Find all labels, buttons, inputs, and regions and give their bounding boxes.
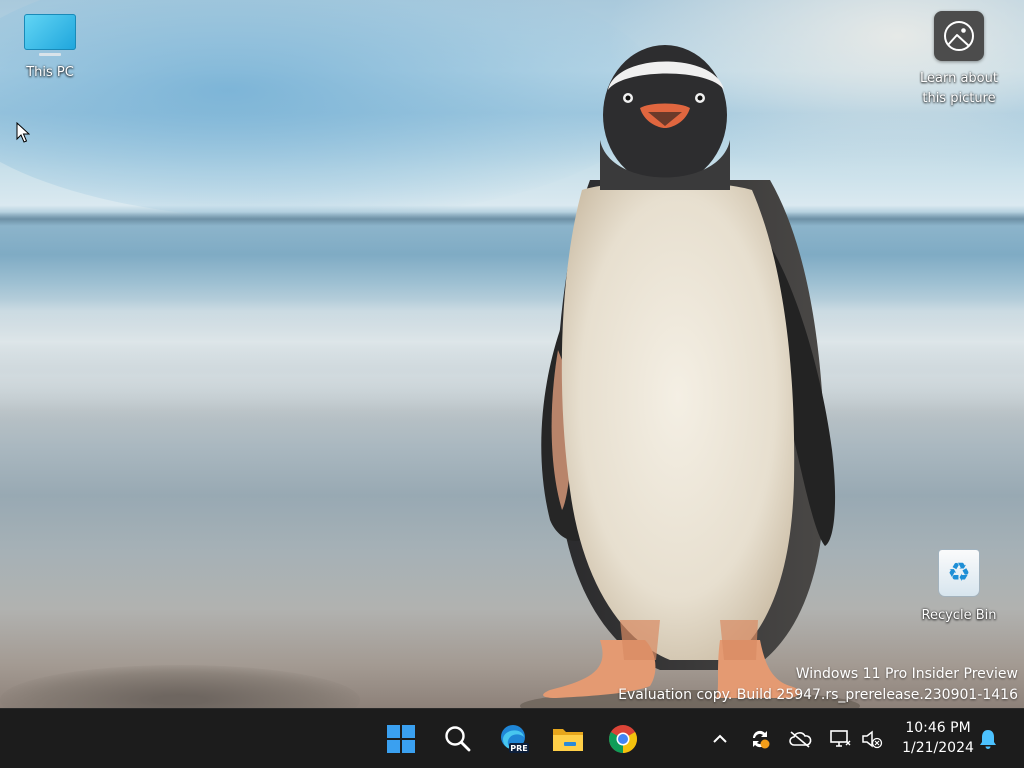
evaluation-watermark: Windows 11 Pro Insider Preview Evaluatio…	[618, 664, 1018, 706]
watermark-line-build: Evaluation copy. Build 25947.rs_prerelea…	[618, 687, 1018, 703]
search-button[interactable]	[438, 719, 478, 759]
chrome-icon	[609, 725, 637, 753]
notifications-button[interactable]	[972, 723, 1004, 755]
network-button[interactable]	[824, 723, 856, 755]
taskbar: PRE 10:46 PM 1/21/2024	[0, 708, 1024, 768]
volume-button[interactable]	[856, 723, 888, 755]
wallpaper-rock	[0, 665, 360, 708]
desktop-icon-label: Learn about this picture	[920, 71, 998, 106]
clock-button[interactable]: 10:46 PM 1/21/2024	[896, 718, 980, 758]
desktop-icon-label: Recycle Bin	[921, 608, 997, 623]
windows-start-icon	[387, 725, 415, 753]
monitor-stand	[39, 53, 61, 56]
sync-warning-icon	[752, 730, 770, 749]
this-pc-icon	[24, 14, 76, 50]
search-icon	[445, 726, 471, 752]
wallpaper-waves	[0, 300, 1024, 420]
desktop-icon-this-pc[interactable]: This PC	[2, 0, 98, 83]
mouse-cursor-icon	[16, 122, 30, 143]
file-explorer-icon	[553, 729, 583, 751]
desktop-icon-recycle-bin[interactable]: ♻ Recycle Bin	[911, 550, 1007, 626]
notifications-icon	[980, 730, 996, 749]
spotlight-camera-icon	[934, 11, 984, 61]
sync-status-button[interactable]	[744, 723, 776, 755]
network-icon	[830, 730, 851, 747]
desktop-icon-learn-about-picture[interactable]: Learn about this picture	[911, 0, 1007, 109]
edge-pre-badge: PRE	[510, 744, 528, 753]
clock-time: 10:46 PM	[905, 720, 971, 736]
desktop-icon-label: This PC	[26, 65, 74, 80]
onedrive-offline-icon	[789, 731, 812, 748]
recycle-bin-icon: ♻	[939, 550, 979, 596]
desktop-wallpaper	[0, 0, 1024, 708]
penguin-illustration	[520, 45, 860, 708]
file-explorer-button[interactable]	[548, 719, 588, 759]
onedrive-button[interactable]	[784, 723, 816, 755]
clock-date: 1/21/2024	[902, 740, 974, 756]
watermark-line-edition: Windows 11 Pro Insider Preview	[795, 666, 1018, 682]
start-button[interactable]	[381, 719, 421, 759]
edge-preview-icon: PRE	[501, 725, 529, 753]
show-hidden-icons-button[interactable]	[704, 723, 736, 755]
wallpaper-horizon	[0, 212, 1024, 226]
chevron-up-icon	[713, 734, 727, 743]
edge-preview-button[interactable]: PRE	[494, 719, 534, 759]
chrome-button[interactable]	[603, 719, 643, 759]
volume-muted-icon	[862, 730, 883, 749]
